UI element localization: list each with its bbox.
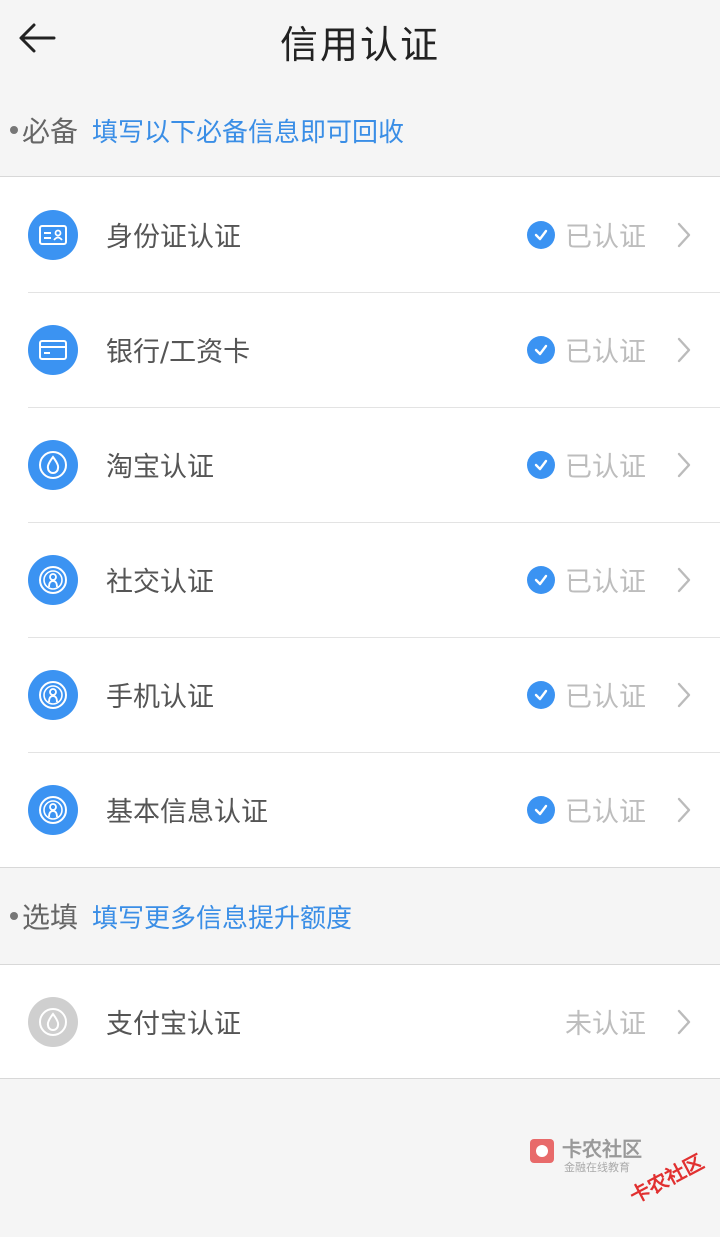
watermark-brand: 卡农社区 — [562, 1137, 642, 1161]
status-badge: 已认证 — [527, 215, 646, 254]
section-hint: 填写以下必备信息即可回收 — [92, 117, 405, 148]
alipay-drop-icon — [28, 996, 78, 1047]
required-list: 身份证认证 已认证 银行/工资卡 已认证 淘宝认证 已认证 社交认证 已认证 手… — [0, 176, 720, 868]
list-item-taobao[interactable]: 淘宝认证 已认证 — [0, 407, 720, 522]
bank-card-icon — [28, 324, 78, 375]
list-item-id-card[interactable]: 身份证认证 已认证 — [0, 177, 720, 292]
status-badge: 已认证 — [527, 790, 646, 829]
item-label: 银行/工资卡 — [106, 337, 251, 368]
item-label: 淘宝认证 — [106, 452, 214, 483]
user-circle-icon — [28, 669, 78, 720]
check-icon — [527, 220, 555, 249]
id-card-icon — [28, 209, 78, 260]
page-title: 信用认证 — [279, 23, 440, 67]
chevron-right-icon — [677, 222, 691, 247]
list-item-basic-info[interactable]: 基本信息认证 已认证 — [0, 752, 720, 867]
section-header-required: 必备 填写以下必备信息即可回收 — [0, 84, 720, 176]
bullet-dot — [10, 126, 18, 134]
list-item-bank-card[interactable]: 银行/工资卡 已认证 — [0, 292, 720, 407]
item-label: 基本信息认证 — [106, 797, 268, 828]
item-label: 支付宝认证 — [106, 1009, 241, 1040]
list-item-alipay[interactable]: 支付宝认证 未认证 — [0, 965, 720, 1078]
status-badge: 已认证 — [527, 675, 646, 714]
bullet-dot — [10, 912, 18, 920]
check-icon — [527, 680, 555, 709]
check-icon — [527, 565, 555, 594]
optional-list: 支付宝认证 未认证 — [0, 964, 720, 1079]
chevron-right-icon — [677, 337, 691, 362]
puzzle-logo-icon — [530, 1139, 554, 1163]
chevron-right-icon — [677, 797, 691, 822]
header-bar: 信用认证 — [0, 0, 720, 84]
status-text: 已认证 — [565, 567, 646, 598]
chevron-right-icon — [677, 682, 691, 707]
check-icon — [527, 450, 555, 479]
status-text: 已认证 — [565, 337, 646, 368]
taobao-drop-icon — [28, 439, 78, 490]
watermark-sub: 金融在线教育 — [564, 1161, 630, 1174]
status-text: 已认证 — [565, 222, 646, 253]
chevron-right-icon — [677, 567, 691, 592]
section-hint: 填写更多信息提升额度 — [92, 903, 353, 934]
list-item-social[interactable]: 社交认证 已认证 — [0, 522, 720, 637]
section-header-optional: 选填 填写更多信息提升额度 — [0, 868, 720, 964]
status-text: 已认证 — [565, 797, 646, 828]
chevron-right-icon — [677, 1009, 691, 1034]
item-label: 手机认证 — [106, 682, 214, 713]
status-badge: 已认证 — [527, 445, 646, 484]
status-badge: 未认证 — [565, 1002, 646, 1041]
item-label: 身份证认证 — [106, 222, 241, 253]
user-circle-icon — [28, 784, 78, 835]
status-text: 已认证 — [565, 452, 646, 483]
item-label: 社交认证 — [106, 567, 214, 598]
check-icon — [527, 795, 555, 824]
status-text: 未认证 — [565, 1009, 646, 1040]
section-label: 选填 — [22, 901, 79, 934]
status-badge: 已认证 — [527, 560, 646, 599]
check-icon — [527, 335, 555, 364]
chevron-right-icon — [677, 452, 691, 477]
user-circle-icon — [28, 554, 78, 605]
status-text: 已认证 — [565, 682, 646, 713]
watermark: 卡农社区 金融在线教育 卡农社区 — [526, 1133, 708, 1213]
section-label: 必备 — [22, 115, 79, 148]
list-item-phone[interactable]: 手机认证 已认证 — [0, 637, 720, 752]
status-badge: 已认证 — [527, 330, 646, 369]
